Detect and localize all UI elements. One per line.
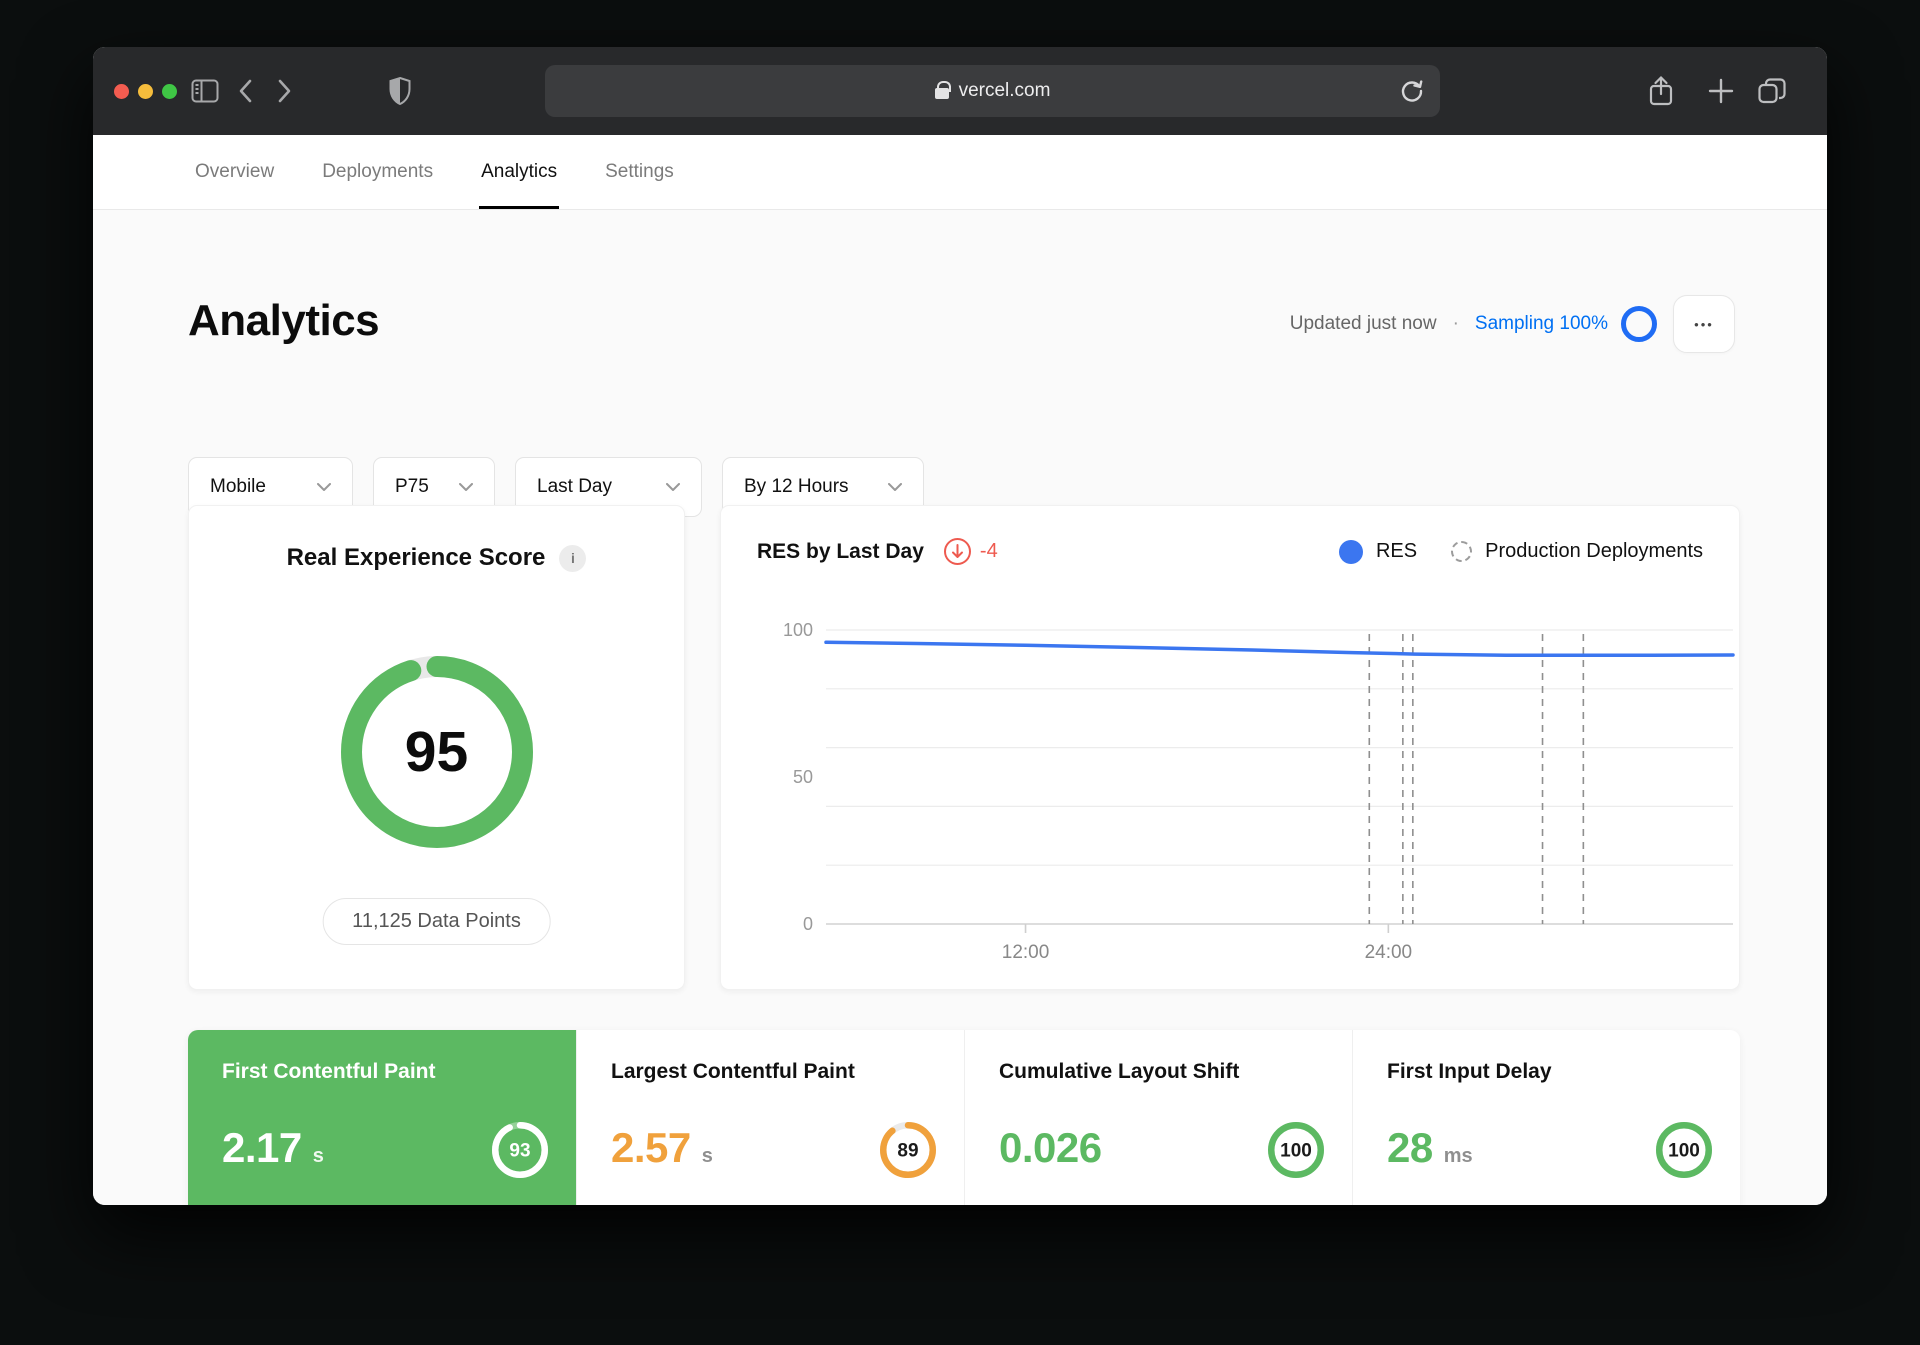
legend-item-res[interactable]: RES	[1338, 539, 1418, 564]
legend-res-label: RES	[1375, 540, 1418, 562]
share-icon[interactable]	[1642, 47, 1680, 135]
real-experience-score-card: Real Experience Score i 95 11,125 Data P…	[188, 505, 685, 990]
tab-settings-label: Settings	[605, 161, 674, 182]
forward-icon[interactable]	[266, 47, 304, 135]
site-nav-tabs: Overview Deployments Analytics Settings	[93, 135, 1827, 210]
tab-overview[interactable]: Overview	[195, 135, 274, 209]
back-icon[interactable]	[226, 47, 264, 135]
tab-overview-icon[interactable]	[1753, 47, 1791, 135]
solid-dot-icon	[1338, 539, 1363, 564]
metric-value: 0.026	[999, 1124, 1102, 1171]
svg-text:93: 93	[509, 1141, 530, 1162]
shield-privacy-icon[interactable]	[381, 47, 419, 135]
page-title: Analytics	[188, 296, 380, 345]
meta-separator-dot: ·	[1452, 313, 1459, 334]
lock-icon	[934, 81, 951, 99]
more-options-button[interactable]: •••	[1673, 295, 1735, 353]
metric-score-gauge: 93	[492, 1122, 548, 1178]
svg-text:12:00: 12:00	[1002, 942, 1050, 963]
new-tab-icon[interactable]	[1702, 47, 1740, 135]
chevron-down-icon	[666, 483, 680, 491]
header-meta: Updated just now · Sampling 100% •••	[1290, 295, 1735, 353]
traffic-lights	[114, 47, 177, 135]
minimize-window-button[interactable]	[138, 83, 153, 99]
close-window-button[interactable]	[114, 83, 129, 99]
metric-unit: s	[701, 1145, 713, 1167]
svg-text:0: 0	[803, 914, 813, 934]
chart-title: RES by Last Day	[757, 539, 924, 563]
metric-title: First Contentful Paint	[222, 1060, 436, 1083]
metric-title: Cumulative Layout Shift	[999, 1060, 1240, 1083]
sampling-link[interactable]: Sampling 100%	[1475, 306, 1657, 342]
res-delta: -4	[943, 538, 998, 565]
data-points-button[interactable]: 11,125 Data Points	[322, 898, 551, 945]
metric-card-largest-contentful-paint[interactable]: Largest Contentful Paint 2.57 s 89	[576, 1030, 964, 1205]
svg-text:50: 50	[793, 767, 813, 787]
metric-card-first-input-delay[interactable]: First Input Delay 28 ms 100	[1352, 1030, 1740, 1205]
info-icon[interactable]: i	[559, 544, 587, 572]
svg-text:100: 100	[1280, 1141, 1312, 1162]
device-filter-value: Mobile	[210, 476, 266, 497]
legend-item-production-deployments[interactable]: Production Deployments	[1451, 540, 1703, 563]
analytics-page: Analytics Updated just now · Sampling 10…	[93, 210, 1827, 1205]
browser-window: vercel.com Overview Deployments Analytic…	[93, 47, 1827, 1205]
res-line-chart: 100 50 0 12:00 24:00	[783, 620, 1735, 963]
sampling-label: Sampling 100%	[1474, 313, 1608, 334]
web-vitals-row: First Contentful Paint 2.17 s 93 Largest…	[188, 1030, 1740, 1205]
interval-filter-value: By 12 Hours	[744, 476, 849, 497]
address-bar[interactable]: vercel.com	[545, 65, 1440, 117]
svg-text:24:00: 24:00	[1365, 942, 1413, 963]
range-filter-value: Last Day	[537, 476, 612, 497]
res-chart-card: RES by Last Day -4 RES Production Deploy…	[720, 505, 1740, 990]
metric-value: 2.57	[611, 1124, 691, 1171]
updated-status: Updated just now	[1289, 313, 1437, 334]
metric-unit: s	[312, 1145, 324, 1167]
svg-text:100: 100	[1668, 1141, 1700, 1162]
sampling-progress-ring-icon	[1621, 306, 1657, 342]
metric-title: Largest Contentful Paint	[611, 1060, 855, 1083]
percentile-filter-value: P75	[395, 476, 429, 497]
arrow-down-circle-icon	[943, 538, 971, 565]
zoom-window-button[interactable]	[162, 83, 177, 99]
metric-value: 2.17	[222, 1124, 302, 1171]
svg-text:89: 89	[897, 1141, 918, 1162]
res-score-value: 95	[404, 720, 469, 784]
res-delta-value: -4	[979, 540, 998, 562]
legend-deployments-label: Production Deployments	[1485, 540, 1703, 562]
chevron-down-icon	[317, 483, 331, 491]
svg-text:100: 100	[783, 620, 813, 640]
metric-title: First Input Delay	[1387, 1060, 1552, 1083]
refresh-icon[interactable]	[1396, 75, 1428, 107]
res-card-title: Real Experience Score	[286, 544, 546, 571]
browser-toolbar: vercel.com	[93, 47, 1827, 135]
tab-deployments-label: Deployments	[322, 161, 434, 182]
metric-score-gauge: 100	[1656, 1122, 1712, 1178]
metric-value: 28	[1387, 1124, 1433, 1171]
chart-legend: RES Production Deployments	[1338, 539, 1703, 564]
chevron-down-icon	[459, 483, 473, 491]
tab-overview-label: Overview	[195, 161, 275, 182]
dashed-circle-icon	[1451, 541, 1473, 562]
tab-deployments[interactable]: Deployments	[322, 135, 433, 209]
sidebar-toggle-icon[interactable]	[186, 47, 224, 135]
url-text: vercel.com	[958, 80, 1051, 101]
tab-settings[interactable]: Settings	[605, 135, 674, 209]
metric-card-cumulative-layout-shift[interactable]: Cumulative Layout Shift 0.026 100	[964, 1030, 1352, 1205]
tab-analytics-label: Analytics	[481, 161, 558, 182]
chart-header: RES by Last Day -4 RES Production Deploy…	[757, 538, 1703, 565]
metric-unit: ms	[1443, 1145, 1473, 1167]
chevron-down-icon	[888, 483, 902, 491]
tab-analytics[interactable]: Analytics	[479, 135, 560, 209]
metric-score-gauge: 100	[1268, 1122, 1324, 1178]
metric-card-first-contentful-paint[interactable]: First Contentful Paint 2.17 s 93	[188, 1030, 576, 1205]
metric-score-gauge: 89	[880, 1122, 936, 1178]
